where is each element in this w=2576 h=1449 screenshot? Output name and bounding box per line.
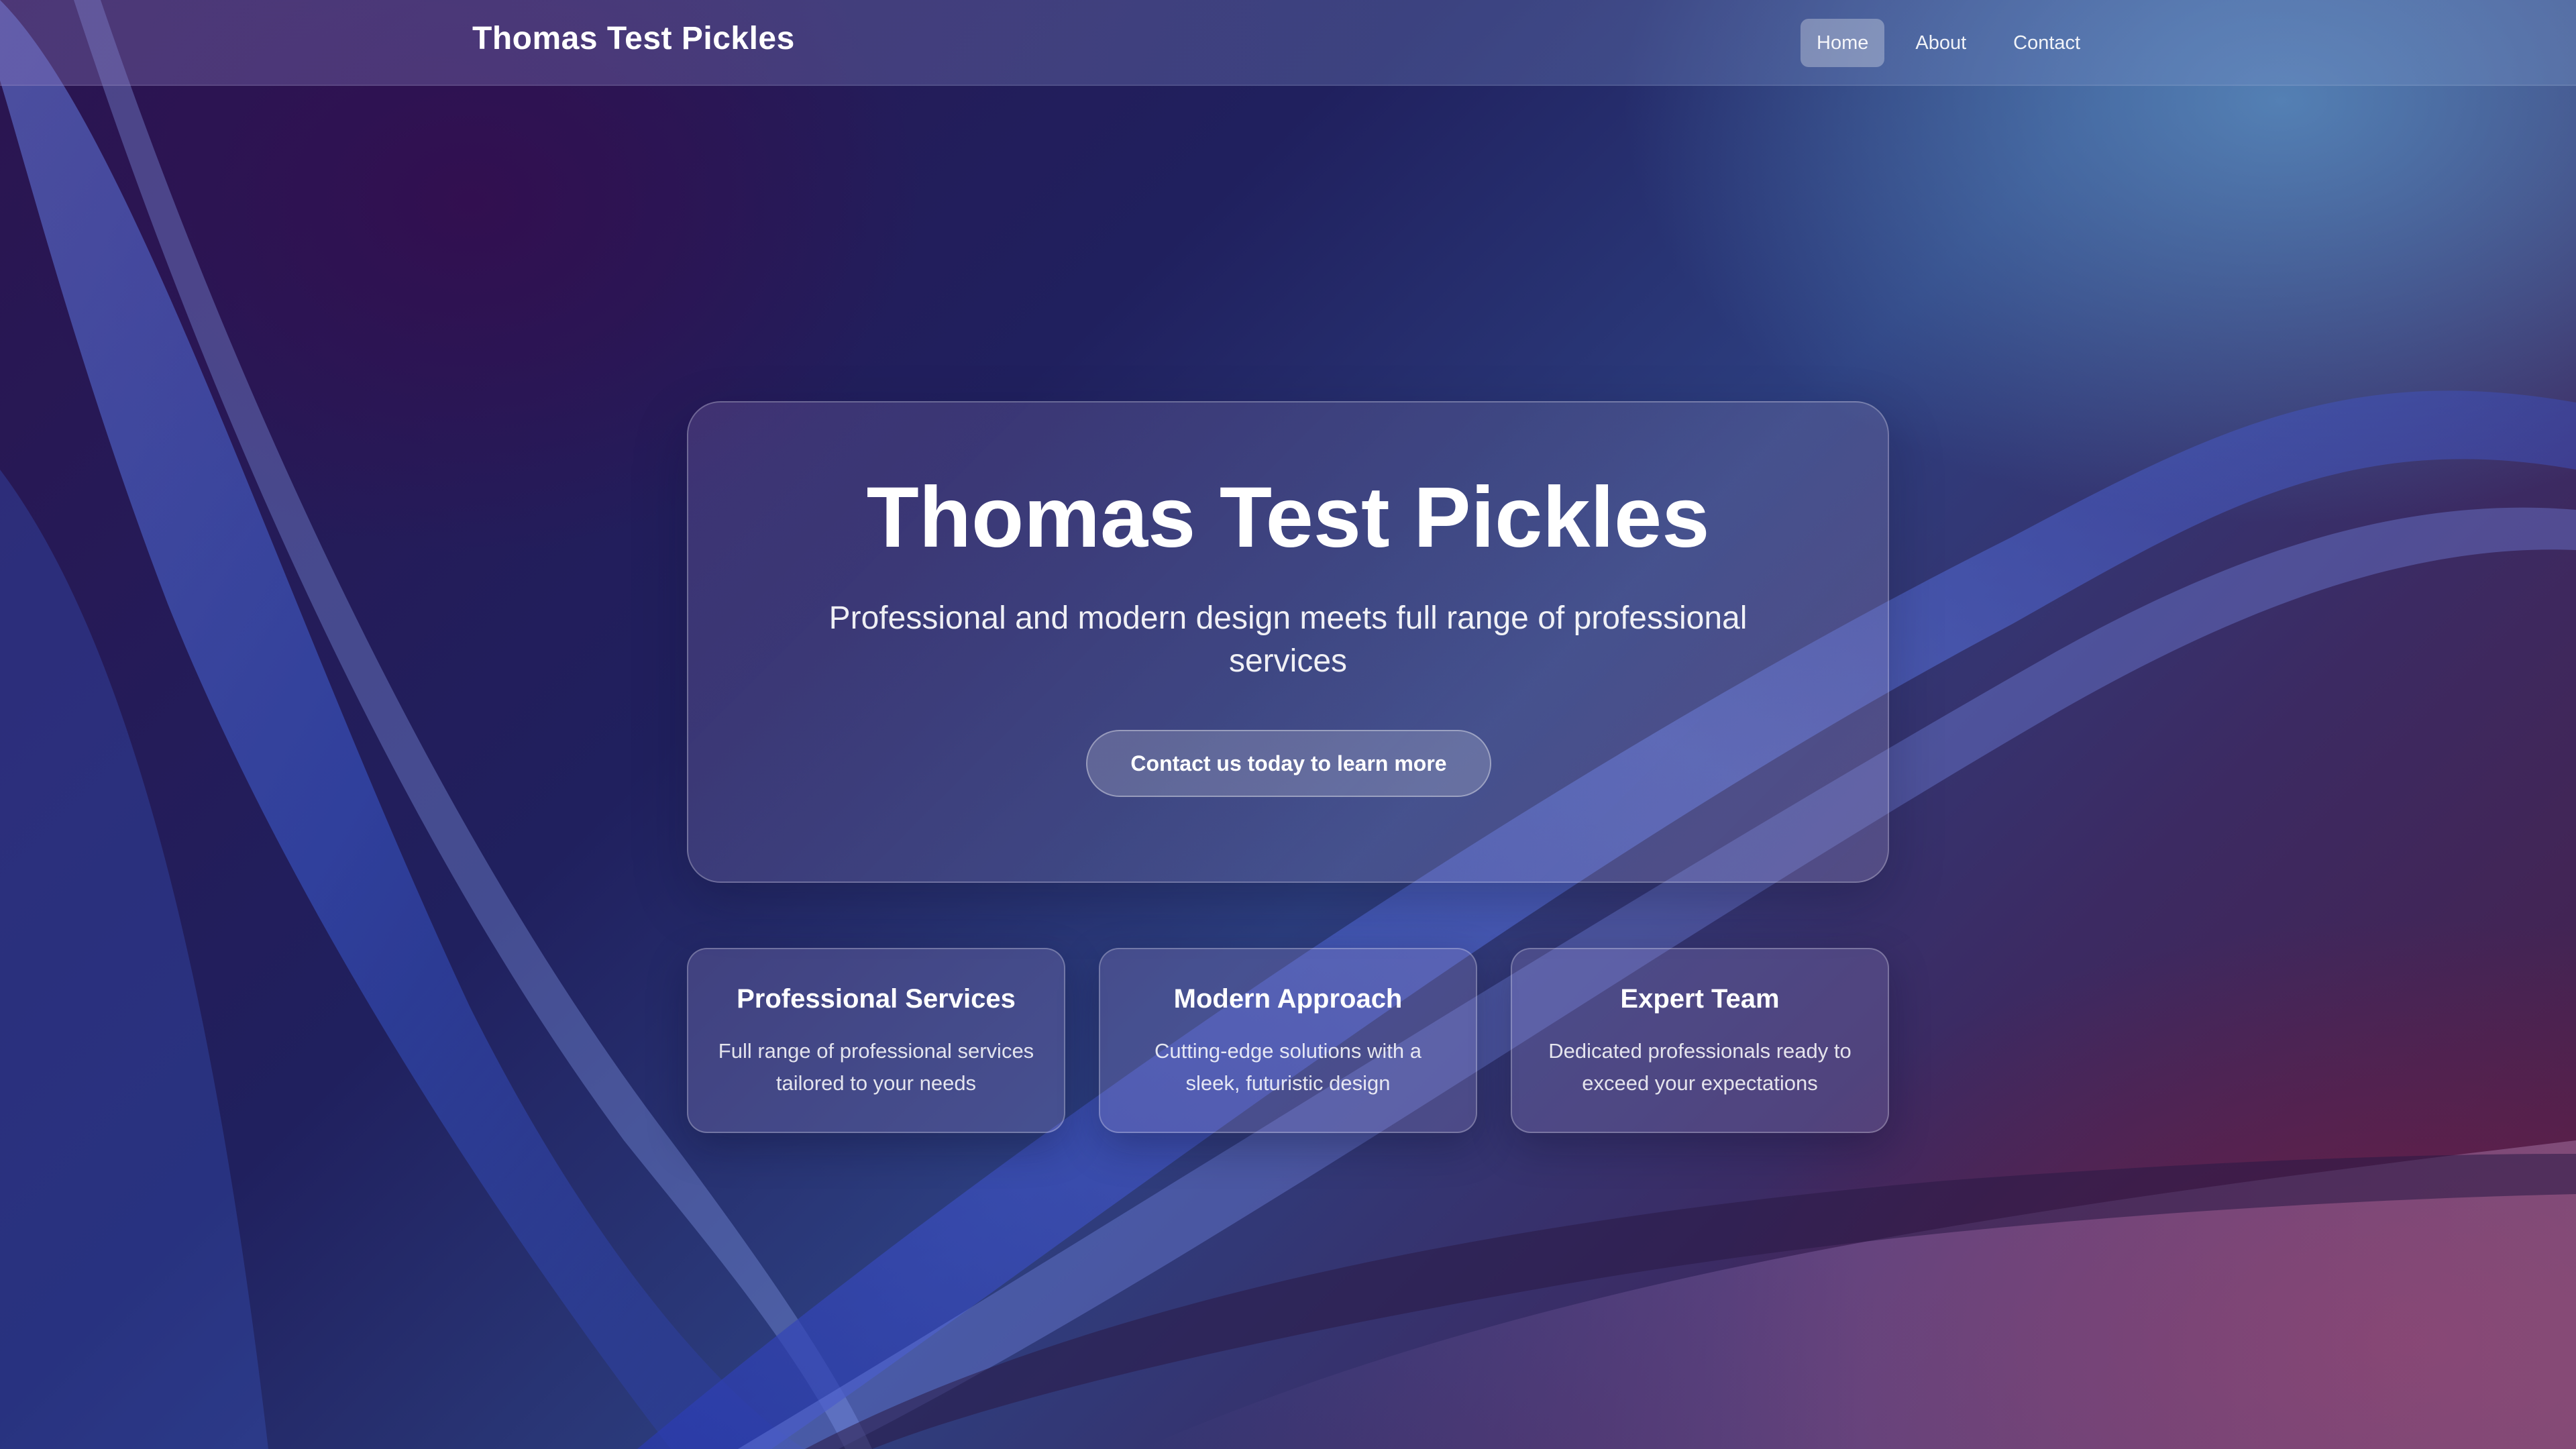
landing-page: Thomas Test Pickles Home About Contact T… bbox=[0, 0, 2576, 1449]
hero-subtitle: Professional and modern design meets ful… bbox=[828, 600, 1748, 679]
feature-card-professional-services: Professional Services Full range of prof… bbox=[687, 948, 1065, 1133]
feature-description: Dedicated professionals ready to exceed … bbox=[1548, 1039, 1851, 1095]
feature-description: Cutting-edge solutions with a sleek, fut… bbox=[1154, 1039, 1422, 1095]
contact-cta-button[interactable]: Contact us today to learn more bbox=[1086, 730, 1491, 797]
nav-contact-link[interactable]: Contact bbox=[1997, 19, 2096, 67]
nav-about-link[interactable]: About bbox=[1899, 19, 1982, 67]
brand-logo-text[interactable]: Thomas Test Pickles bbox=[472, 20, 795, 57]
feature-description: Full range of professional services tail… bbox=[718, 1039, 1034, 1095]
hero-title: Thomas Test Pickles bbox=[866, 470, 1710, 566]
main-nav: Home About Contact bbox=[1801, 19, 2096, 67]
nav-home-link[interactable]: Home bbox=[1801, 19, 1885, 67]
top-navbar: Thomas Test Pickles Home About Contact bbox=[0, 0, 2576, 86]
hero-card: Thomas Test Pickles Professional and mod… bbox=[687, 401, 1889, 883]
feature-title: Expert Team bbox=[1620, 984, 1780, 1014]
feature-title: Modern Approach bbox=[1173, 984, 1403, 1014]
feature-cards: Professional Services Full range of prof… bbox=[687, 948, 1889, 1133]
feature-title: Professional Services bbox=[737, 984, 1016, 1014]
feature-card-expert-team: Expert Team Dedicated professionals read… bbox=[1511, 948, 1889, 1133]
feature-card-modern-approach: Modern Approach Cutting-edge solutions w… bbox=[1099, 948, 1477, 1133]
